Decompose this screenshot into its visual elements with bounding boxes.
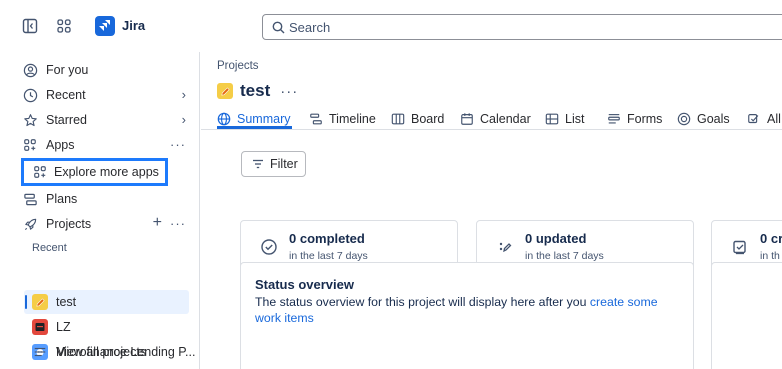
more-icon[interactable]: ··· [170,137,186,152]
plans-icon [22,191,38,207]
tab-label: All [767,111,781,126]
sidebar-view-all-projects-link[interactable]: View all projects [32,341,187,363]
sidebar-project-test[interactable]: test [32,291,187,313]
tab-label: Goals [697,111,730,126]
stat-subtitle: in the last 7 days [525,250,604,262]
status-overview-title: Status overview [255,277,354,292]
all-work-icon [748,113,759,123]
project-avatar-icon [32,319,48,335]
sidebar-item-recent[interactable]: Recent › [22,84,192,106]
project-name: LZ [56,320,71,334]
clock-icon [22,87,38,103]
app-switcher-icon[interactable] [56,18,72,34]
breadcrumb[interactable]: Projects [217,60,259,72]
tab-forms[interactable]: Forms [607,108,662,129]
user-circle-icon [22,62,38,78]
tab-label: Timeline [329,111,376,126]
page-title: test ··· [217,80,298,102]
apps-add-icon [32,164,48,180]
more-actions-icon[interactable]: ··· [280,83,298,100]
stat-title: 0 updated [525,231,587,246]
filter-button[interactable]: Filter [241,151,306,177]
stat-title: 0 cr [760,231,782,246]
target-icon [677,112,691,125]
sidebar: For you Recent › Starred › Apps ··· Expl… [0,52,200,369]
sidebar-item-label: Recent [46,88,86,102]
list-view-icon [545,113,559,124]
main-content: Projects test ··· Summary Timeline Board… [201,52,782,369]
sidebar-item-label: Plans [46,192,78,206]
sidebar-item-label: Starred [46,113,87,127]
sidebar-item-label: Projects [46,217,92,231]
pencil-icon [32,294,48,310]
tab-label: Summary [237,111,291,126]
jira-logo-icon[interactable] [95,16,115,36]
globe-icon [217,112,231,125]
active-tab-indicator [217,126,292,129]
list-icon [32,344,48,360]
stat-subtitle: in th [760,250,780,262]
tab-list[interactable]: List [545,108,584,129]
app-name[interactable]: Jira [122,18,145,33]
tab-calendar[interactable]: Calendar [460,108,531,129]
stat-subtitle: in the last 7 days [289,250,368,262]
board-icon [391,113,405,124]
side-overview-card [711,262,782,369]
status-overview-body: The status overview for this project wil… [255,295,590,309]
sidebar-item-apps[interactable]: Apps ··· [22,134,192,156]
tab-board[interactable]: Board [391,108,444,129]
sidebar-item-label: View all projects [56,345,147,359]
timeline-icon [310,113,322,124]
tab-label: Calendar [480,111,531,126]
pencil-icon [217,83,233,99]
top-bar: Jira Search [0,0,782,52]
tab-label: List [565,111,585,126]
calendar-icon [461,112,473,125]
project-name: test [56,295,77,309]
search-input[interactable]: Search [262,14,782,40]
edit-icon [495,237,515,257]
recent-section-label: Recent [32,242,67,254]
explore-more-apps-button[interactable]: Explore more apps [21,158,168,186]
rocket-icon [22,216,38,232]
tab-timeline[interactable]: Timeline [309,108,376,129]
filter-icon [253,159,263,169]
sidebar-item-for-you[interactable]: For you [22,59,192,81]
sidebar-toggle-icon[interactable] [22,18,38,34]
tab-goals[interactable]: Goals [677,108,730,129]
more-icon[interactable]: ··· [170,216,186,231]
sidebar-item-label: For you [46,63,89,77]
status-overview-text: The status overview for this project wil… [255,294,685,326]
add-project-icon[interactable]: + [153,214,162,232]
check-circle-icon [259,237,279,257]
sidebar-item-label: Apps [46,138,75,152]
tab-label: Board [411,111,445,126]
explore-more-apps-label: Explore more apps [54,165,159,179]
tab-label: Forms [627,111,663,126]
forms-icon [608,113,620,124]
filter-label: Filter [270,157,298,171]
apps-icon [22,137,38,153]
chevron-right-icon[interactable]: › [182,87,186,102]
status-overview-card: Status overview The status overview for … [240,262,694,369]
project-title: test [240,81,271,100]
search-icon [272,21,285,34]
tab-all[interactable]: All [747,108,781,129]
sidebar-item-projects[interactable]: Projects + ··· [22,213,192,235]
stat-title: 0 completed [289,231,365,246]
chevron-right-icon[interactable]: › [182,112,186,127]
sidebar-item-starred[interactable]: Starred › [22,109,192,131]
sidebar-project-lz[interactable]: LZ [32,316,187,338]
selected-indicator [25,295,27,309]
search-placeholder: Search [289,20,331,35]
sidebar-item-plans[interactable]: Plans [22,188,192,210]
create-icon [730,237,750,257]
star-icon [22,112,38,128]
